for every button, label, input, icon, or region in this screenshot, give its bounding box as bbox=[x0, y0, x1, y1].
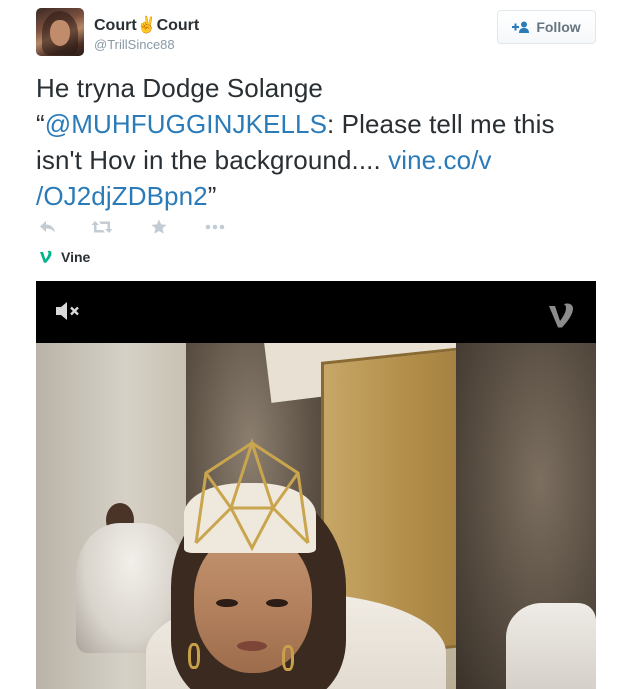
frame-person-eye-right bbox=[266, 599, 288, 607]
vine-watermark-icon bbox=[548, 301, 578, 329]
quote-close: ” bbox=[207, 181, 217, 211]
retweet-button[interactable] bbox=[90, 218, 114, 236]
card-source-label: Vine bbox=[61, 249, 91, 265]
mute-icon bbox=[54, 302, 86, 327]
vine-url-link-part2[interactable]: /OJ2djZDBpn2 bbox=[36, 181, 208, 211]
avatar-face bbox=[50, 20, 70, 46]
more-button[interactable] bbox=[203, 218, 227, 236]
quote-open: “ bbox=[36, 109, 45, 139]
avatar[interactable] bbox=[36, 8, 84, 56]
vine-video-player[interactable] bbox=[36, 281, 596, 689]
video-frame bbox=[36, 343, 596, 689]
frame-earring-right bbox=[282, 645, 294, 671]
frame-earring-left bbox=[188, 643, 200, 669]
video-top-bar bbox=[36, 281, 596, 343]
mute-button[interactable] bbox=[54, 299, 86, 323]
more-icon bbox=[205, 224, 225, 230]
follow-user-icon bbox=[512, 21, 530, 33]
frame-person-eye-left bbox=[216, 599, 238, 607]
tweet-line1: He tryna Dodge Solange bbox=[36, 73, 323, 103]
reply-button[interactable] bbox=[36, 218, 60, 236]
tweet-text: He tryna Dodge Solange “@MUHFUGGINJKELLS… bbox=[36, 70, 596, 214]
author-username[interactable]: @TrillSince88 bbox=[94, 37, 175, 52]
favorite-button[interactable] bbox=[147, 218, 171, 236]
follow-label: Follow bbox=[536, 19, 581, 35]
frame-foreground-cloth bbox=[506, 603, 596, 689]
mention-link[interactable]: @MUHFUGGINJKELLS bbox=[45, 109, 327, 139]
tweet: Court✌Court @TrillSince88 Follow He tryn… bbox=[0, 0, 620, 689]
star-icon bbox=[151, 219, 167, 235]
vine-url-link-part1[interactable]: vine.co/v bbox=[388, 145, 492, 175]
card-source[interactable]: Vine bbox=[39, 249, 90, 265]
reply-icon bbox=[39, 220, 57, 234]
frame-geometric-crown bbox=[186, 433, 318, 563]
retweet-icon bbox=[91, 220, 113, 234]
follow-button[interactable]: Follow bbox=[497, 10, 596, 44]
author-fullname[interactable]: Court✌Court bbox=[94, 15, 199, 35]
vine-icon bbox=[39, 249, 53, 265]
frame-person-mouth bbox=[237, 641, 267, 651]
